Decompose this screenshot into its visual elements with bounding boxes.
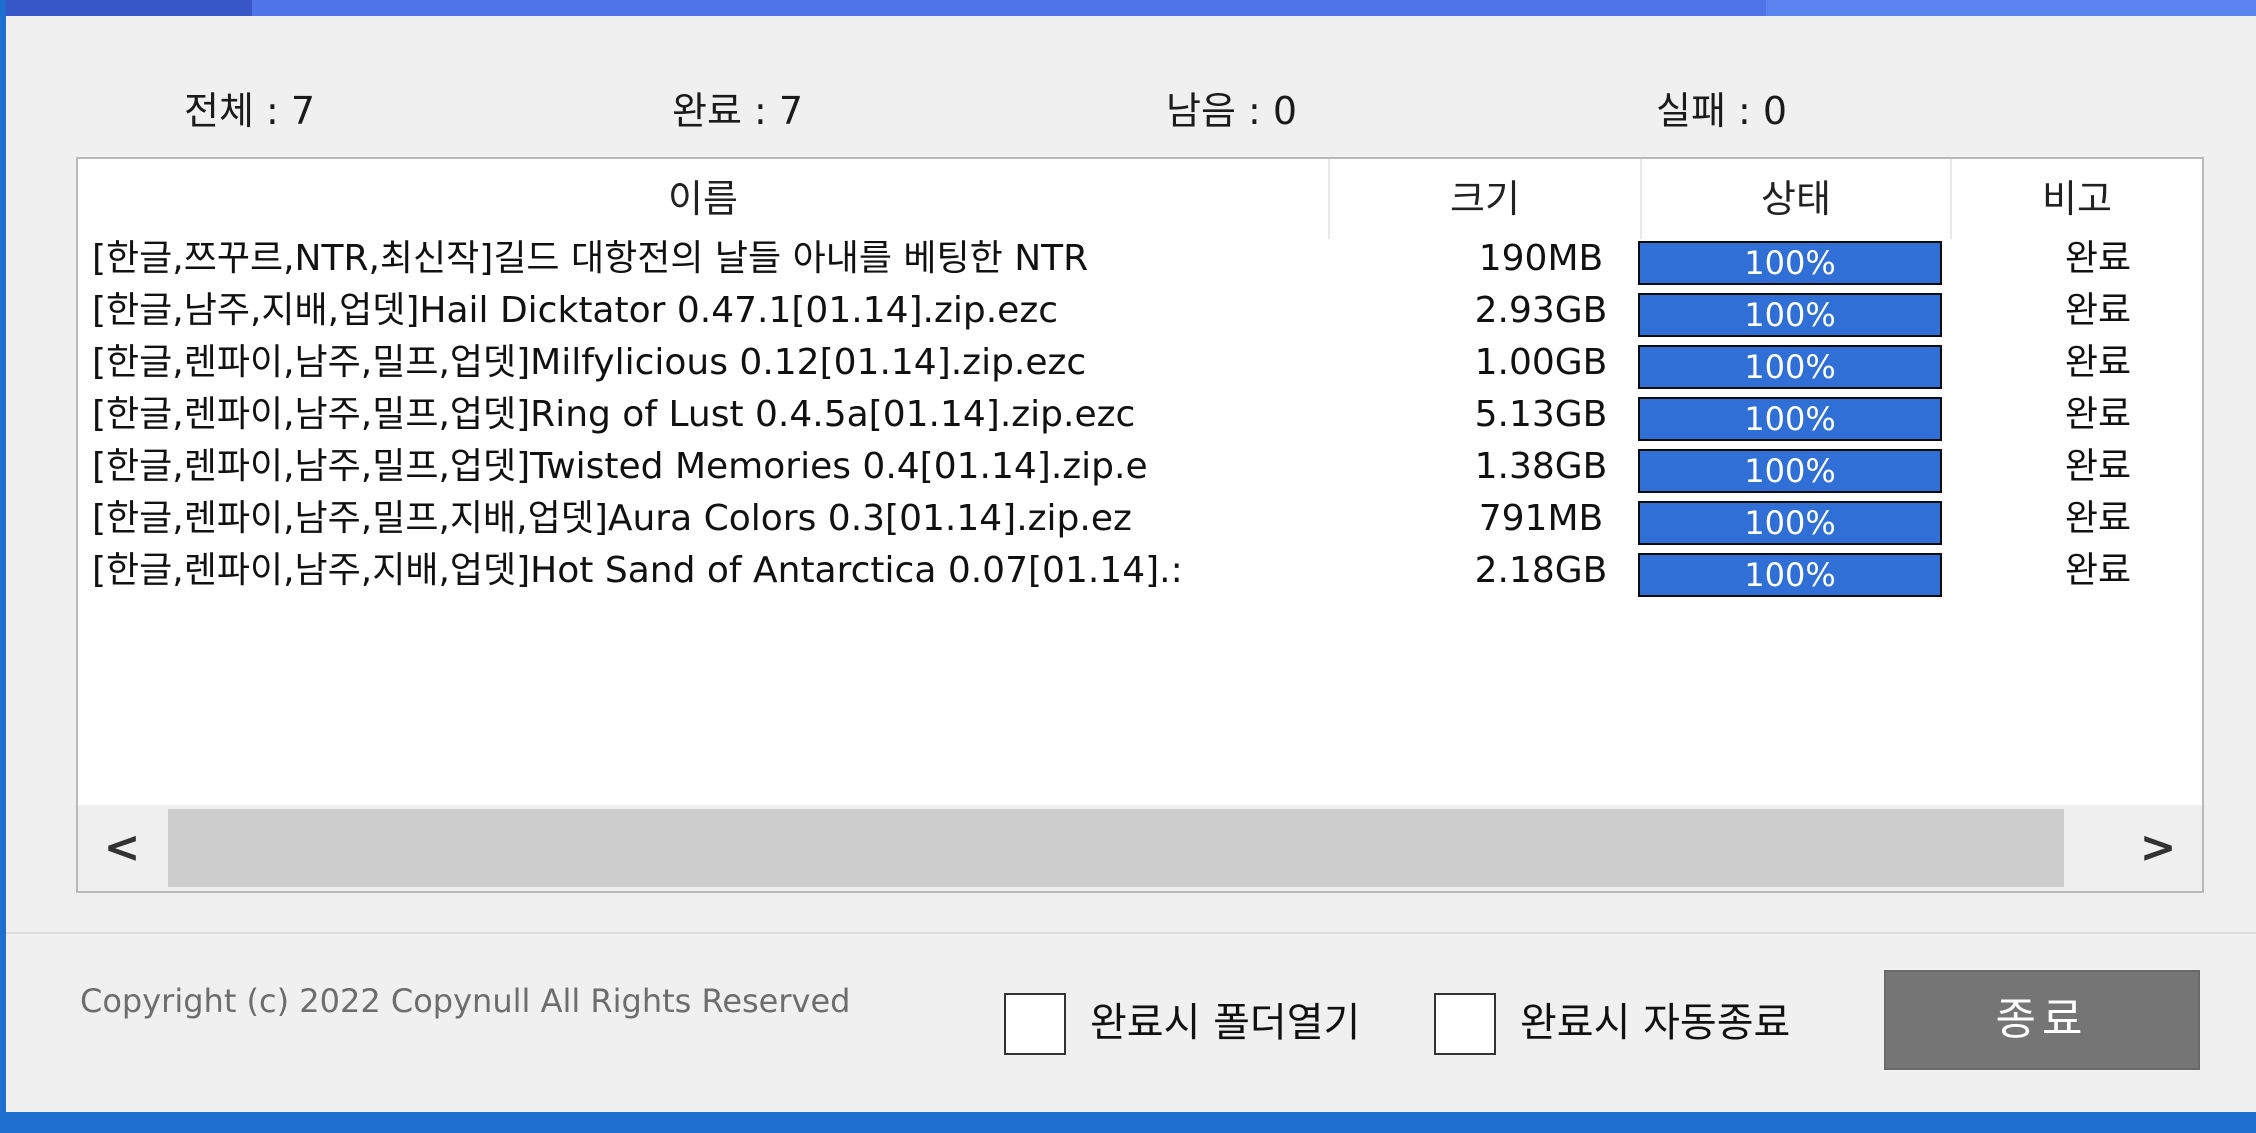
remaining-count: 남음 : 0 [1166,89,1298,133]
file-note: 완료 [2064,290,2132,331]
progress-text: 100% [1744,296,1836,334]
progress-bar: 100% [1638,293,1942,337]
file-list[interactable]: 이름 크기 상태 비고 [한글,쯔꾸르,NTR,최신작]길드 대항전의 날들 아… [76,157,2204,893]
file-name: [한글,렌파이,남주,지배,업뎃]Hot Sand of Antarctica … [92,550,1183,591]
file-note: 완료 [2064,498,2132,539]
file-note: 완료 [2064,446,2132,487]
file-note: 완료 [2064,342,2132,383]
horizontal-scrollbar[interactable]: < > [78,805,2202,891]
table-row[interactable]: [한글,렌파이,남주,밀프,업뎃]Milfylicious 0.12[01.14… [78,337,2202,389]
progress-bar: 100% [1638,241,1942,285]
table-row[interactable]: [한글,렌파이,남주,지배,업뎃]Hot Sand of Antarctica … [78,545,2202,597]
file-name: [한글,남주,지배,업뎃]Hail Dicktator 0.47.1[01.14… [92,290,1059,331]
exit-button[interactable]: 종료 [1884,970,2200,1070]
top-strip-segment-right [1766,0,2256,16]
file-name: [한글,렌파이,남주,밀프,업뎃]Milfylicious 0.12[01.14… [92,342,1087,383]
table-row[interactable]: [한글,렌파이,남주,밀프,업뎃]Ring of Lust 0.4.5a[01.… [78,389,2202,441]
column-header-note[interactable]: 비고 [1950,159,2202,239]
total-count: 전체 : 7 [184,89,316,133]
chevron-right-icon[interactable]: > [2114,805,2202,891]
table-row[interactable]: [한글,렌파이,남주,밀프,지배,업뎃]Aura Colors 0.3[01.1… [78,493,2202,545]
auto-exit-checkbox[interactable] [1434,993,1496,1055]
progress-text: 100% [1744,348,1836,386]
progress-text: 100% [1744,244,1836,282]
progress-bar: 100% [1638,449,1942,493]
file-name: [한글,렌파이,남주,밀프,업뎃]Ring of Lust 0.4.5a[01.… [92,394,1136,435]
footer-divider [6,932,2256,934]
open-folder-checkbox[interactable] [1004,993,1066,1055]
table-row[interactable]: [한글,남주,지배,업뎃]Hail Dicktator 0.47.1[01.14… [78,285,2202,337]
auto-exit-label: 완료시 자동종료 [1520,1000,1791,1046]
progress-bar: 100% [1638,501,1942,545]
progress-text: 100% [1744,504,1836,542]
file-note: 완료 [2064,550,2132,591]
scrollbar-thumb[interactable] [168,809,2064,887]
progress-text: 100% [1744,452,1836,490]
file-note: 완료 [2064,238,2132,279]
file-name: [한글,렌파이,남주,밀프,지배,업뎃]Aura Colors 0.3[01.1… [92,498,1132,539]
progress-bar: 100% [1638,345,1942,389]
failed-count: 실패 : 0 [1656,89,1788,133]
done-count: 완료 : 7 [672,89,804,133]
download-window: 전체 : 7 완료 : 7 남음 : 0 실패 : 0 이름 크기 상태 비고 … [6,0,2256,1112]
progress-bar: 100% [1638,553,1942,597]
progress-text: 100% [1744,400,1836,438]
table-row[interactable]: [한글,렌파이,남주,밀프,업뎃]Twisted Memories 0.4[01… [78,441,2202,493]
progress-bar: 100% [1638,397,1942,441]
table-row[interactable]: [한글,쯔꾸르,NTR,최신작]길드 대항전의 날들 아내를 베팅한 NTR 1… [78,233,2202,285]
top-progress-strip [6,0,2256,16]
file-note: 완료 [2064,394,2132,435]
file-name: [한글,쯔꾸르,NTR,최신작]길드 대항전의 날들 아내를 베팅한 NTR [92,238,1089,279]
file-name: [한글,렌파이,남주,밀프,업뎃]Twisted Memories 0.4[01… [92,446,1148,487]
progress-text: 100% [1744,556,1836,594]
chevron-left-icon[interactable]: < [78,805,166,891]
open-folder-label: 완료시 폴더열기 [1090,1000,1361,1046]
column-header-size[interactable]: 크기 [1328,159,1640,239]
column-header-name[interactable]: 이름 [78,159,1328,239]
top-strip-segment [6,0,252,16]
column-header-status[interactable]: 상태 [1640,159,1950,239]
copyright-text: Copyright (c) 2022 Copynull All Rights R… [80,982,851,1020]
